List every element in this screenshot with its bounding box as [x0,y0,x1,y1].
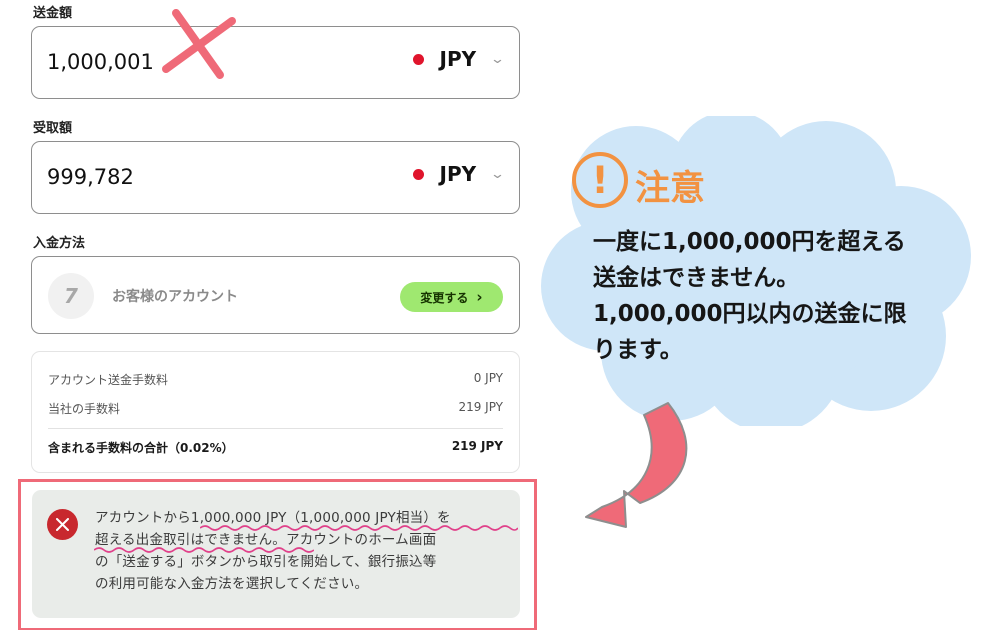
error-alert: アカウントから1,000,000 JPY（1,000,000 JPY相当）を 超… [32,490,520,618]
receive-amount-label: 受取額 [33,121,73,136]
close-mark-icon [162,9,236,79]
send-amount-field[interactable]: 1,000,001 JPY ⌄ [31,26,520,99]
exclamation-icon: ! [572,152,628,208]
error-x-icon [47,509,78,540]
payment-method-card[interactable]: 7 お客様のアカウント 変更する › [31,256,520,334]
receive-amount-field[interactable]: 999,782 JPY ⌄ [31,141,520,214]
receive-currency-select[interactable]: JPY ⌄ [412,162,506,186]
jpy-flag-icon [412,53,424,65]
warning-body: 一度に1,000,000円を超える 送金はできません。 1,000,000円以内… [593,229,907,363]
fee-row-account: アカウント送金手数料 0 JPY [48,371,503,387]
send-currency-code: JPY [439,47,477,71]
fee-row-total: 含まれる手数料の合計（0.02%） 219 JPY [48,439,503,455]
fee-summary: アカウント送金手数料 0 JPY 当社の手数料 219 JPY 含まれる手数料の… [31,351,520,473]
chevron-down-icon: ⌄ [489,166,506,182]
send-amount-value[interactable]: 1,000,001 [47,50,154,74]
receive-amount-value[interactable]: 999,782 [47,165,134,189]
curved-arrow-icon [585,402,688,528]
send-currency-select[interactable]: JPY ⌄ [412,47,506,71]
wise-logo-icon: 7 [48,273,94,319]
chevron-down-icon: ⌄ [489,51,506,67]
divider [48,428,503,429]
wavy-underline [200,525,518,531]
change-method-button[interactable]: 変更する › [400,282,503,312]
receive-currency-code: JPY [439,162,477,186]
chevron-right-icon: › [476,288,483,306]
payment-method-label: 入金方法 [33,236,86,251]
account-name: お客様のアカウント [112,289,238,305]
fee-row-company: 当社の手数料 219 JPY [48,400,503,416]
jpy-flag-icon [412,168,424,180]
warning-title: 注意 [635,169,706,209]
send-amount-label: 送金額 [33,6,73,21]
change-method-label: 変更する [420,290,469,305]
wavy-underline [94,547,314,553]
